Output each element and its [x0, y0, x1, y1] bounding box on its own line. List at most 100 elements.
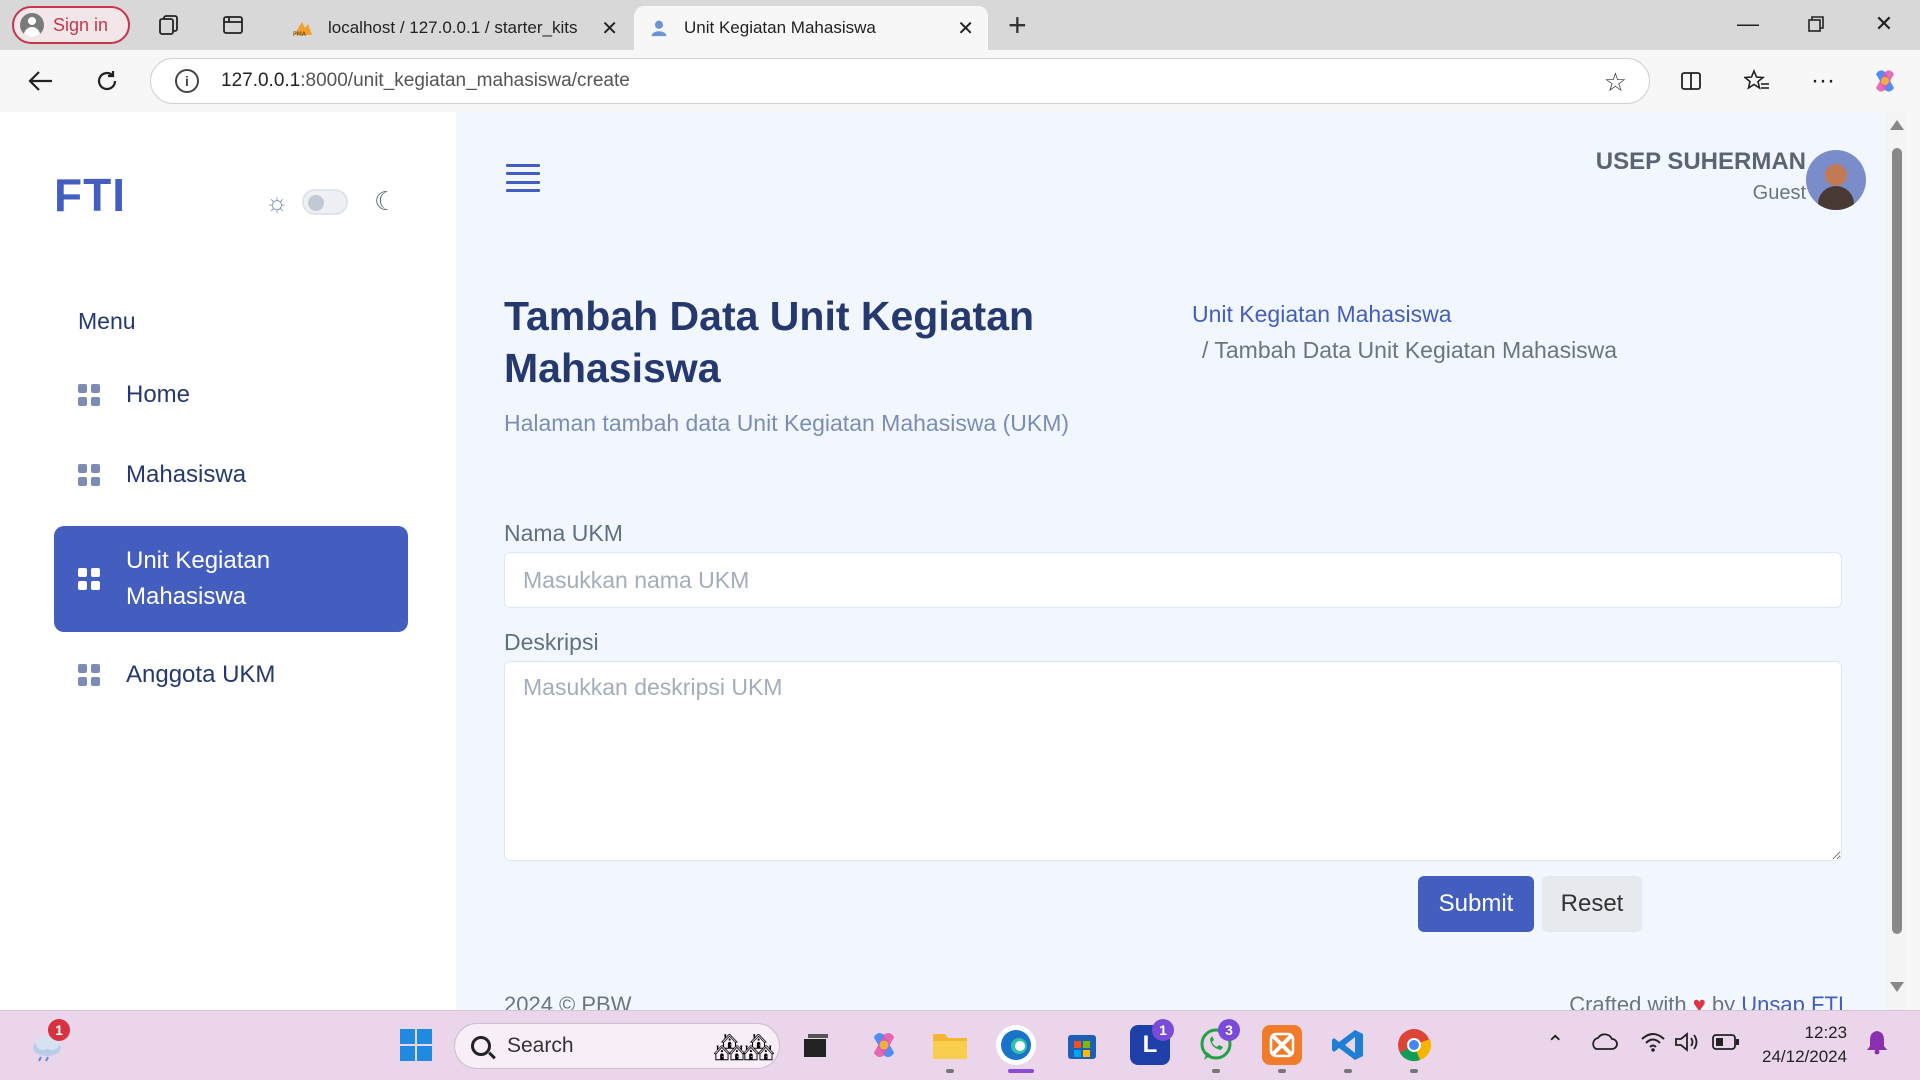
grid-icon [78, 464, 100, 486]
heart-icon: ♥ [1692, 992, 1706, 1010]
menu-title: Menu [78, 308, 136, 334]
phpmyadmin-icon: PMA [293, 22, 312, 37]
url-text: 127.0.0.1:8000/unit_kegiatan_mahasiswa/c… [221, 70, 630, 91]
avatar[interactable] [1806, 150, 1866, 210]
notification-bell-icon[interactable] [1866, 1029, 1888, 1061]
onedrive-icon[interactable] [1590, 1031, 1618, 1057]
deskripsi-label: Deskripsi [504, 629, 599, 655]
nama-ukm-input[interactable] [504, 552, 1842, 608]
sidebar-item-anggota-ukm[interactable]: Anggota UKM [54, 644, 408, 706]
grid-icon [78, 664, 100, 686]
browser-tab-bar: Sign in PMA localhost / 127.0.0.1 / star… [0, 0, 1920, 50]
page-subtitle: Halaman tambah data Unit Kegiatan Mahasi… [504, 410, 1070, 436]
user-menu[interactable]: USEP SUHERMAN Guest [1596, 148, 1806, 205]
sidebar-item-label: Home [126, 381, 191, 408]
breadcrumb-link[interactable]: Unit Kegiatan Mahasiswa [1192, 296, 1617, 332]
page-scrollbar[interactable] [1886, 112, 1906, 1010]
windows-start-icon[interactable] [396, 1025, 436, 1065]
workspaces-icon[interactable] [156, 12, 182, 38]
sidebar-item-label: Mahasiswa [126, 461, 247, 488]
sidebar-item-ukm[interactable]: Unit Kegiatan Mahasiswa [54, 526, 408, 632]
tab-phpmyadmin[interactable]: PMA localhost / 127.0.0.1 / starter_kits… [278, 6, 632, 50]
clock-time: 12:23 [1804, 1023, 1848, 1042]
copilot-icon[interactable] [1868, 64, 1902, 98]
scroll-down-icon[interactable] [1890, 982, 1904, 992]
wifi-icon[interactable] [1640, 1031, 1666, 1059]
show-hidden-icons-icon[interactable]: ⌃ [1546, 1031, 1564, 1057]
page-title: Tambah Data Unit Kegiatan Mahasiswa [504, 293, 1035, 391]
address-bar[interactable]: i 127.0.0.1:8000/unit_kegiatan_mahasiswa… [150, 58, 1650, 104]
browser-toolbar: i 127.0.0.1:8000/unit_kegiatan_mahasiswa… [0, 50, 1920, 112]
task-view-icon[interactable] [796, 1025, 836, 1065]
favorite-star-icon[interactable]: ☆ [1604, 67, 1627, 98]
running-indicator [1212, 1069, 1220, 1073]
restore-icon[interactable] [1802, 10, 1830, 38]
submit-button[interactable]: Submit [1418, 876, 1534, 932]
minimize-icon[interactable]: — [1734, 10, 1762, 38]
person-favicon-icon [651, 20, 667, 37]
back-icon[interactable] [24, 64, 58, 98]
new-tab-icon[interactable]: + [1008, 8, 1027, 42]
tab-actions-icon[interactable] [220, 12, 246, 38]
nama-ukm-label: Nama UKM [504, 520, 623, 546]
battery-icon[interactable] [1712, 1031, 1740, 1057]
scroll-thumb[interactable] [1892, 148, 1902, 934]
running-indicator [1410, 1069, 1418, 1073]
app-logo[interactable]: FTI [54, 168, 126, 222]
search-highlight-icon: 🏘🏘 [712, 1032, 775, 1062]
sidebar-item-label: Anggota UKM [126, 661, 276, 688]
edge-icon[interactable] [996, 1025, 1036, 1065]
theme-switcher: ☼ ☾ [264, 186, 397, 217]
signin-label: Sign in [53, 14, 109, 35]
split-screen-icon[interactable] [1674, 64, 1708, 98]
dark-mode-toggle[interactable] [302, 188, 348, 215]
file-explorer-icon[interactable] [930, 1025, 970, 1065]
user-name: USEP SUHERMAN [1595, 148, 1806, 175]
sun-icon: ☼ [265, 186, 289, 217]
volume-icon[interactable] [1674, 1031, 1700, 1059]
breadcrumb: Unit Kegiatan Mahasiswa / Tambah Data Un… [1192, 296, 1617, 368]
weather-badge: 1 [48, 1019, 70, 1041]
footer-link[interactable]: Unsap FTI [1741, 992, 1844, 1010]
sidebar: FTI ☼ ☾ Menu Home Mahasiswa Unit Kegiata… [6, 112, 456, 1010]
footer-credit: Crafted with ♥ by Unsap FTI [1569, 992, 1844, 1010]
grid-icon [78, 384, 100, 406]
deskripsi-textarea[interactable] [504, 661, 1842, 861]
grid-icon [78, 568, 100, 590]
close-window-icon[interactable]: ✕ [1870, 10, 1898, 38]
hamburger-menu-icon[interactable] [506, 164, 540, 192]
search-icon [471, 1036, 491, 1056]
xampp-icon[interactable] [1262, 1025, 1302, 1065]
chrome-icon[interactable] [1394, 1025, 1434, 1065]
search-label: Search [507, 1034, 574, 1057]
sidebar-item-label: Unit Kegiatan Mahasiswa [126, 547, 271, 610]
profile-icon [20, 13, 44, 37]
close-tab-icon[interactable]: ✕ [601, 16, 618, 41]
copilot-app-icon[interactable] [864, 1025, 904, 1065]
reset-button[interactable]: Reset [1542, 876, 1642, 932]
main-content: USEP SUHERMAN Guest Tambah Data Unit Keg… [456, 112, 1886, 1010]
favorites-icon[interactable] [1740, 64, 1774, 98]
taskbar-search[interactable]: Search 🏘🏘 [454, 1023, 780, 1069]
svg-text:PMA: PMA [293, 31, 307, 37]
user-role: Guest [1752, 182, 1806, 204]
site-info-icon[interactable]: i [175, 69, 199, 93]
sidebar-item-mahasiswa[interactable]: Mahasiswa [54, 444, 408, 506]
tab-unit-kegiatan[interactable]: Unit Kegiatan Mahasiswa ✕ [634, 6, 988, 50]
sidebar-item-home[interactable]: Home [54, 364, 408, 426]
windows-taskbar: 1 Search 🏘🏘 L 1 3 ⌃ 12:23 24/12/2024 [0, 1010, 1920, 1080]
whatsapp-badge: 3 [1218, 1019, 1240, 1041]
scroll-up-icon[interactable] [1890, 120, 1904, 130]
system-clock[interactable]: 12:23 24/12/2024 [1762, 1021, 1847, 1069]
close-tab-icon[interactable]: ✕ [957, 16, 974, 41]
l-app-badge: 1 [1152, 1019, 1174, 1041]
running-indicator [946, 1069, 954, 1073]
profile-signin-button[interactable]: Sign in [12, 6, 130, 44]
vscode-icon[interactable] [1328, 1025, 1368, 1065]
web-page: FTI ☼ ☾ Menu Home Mahasiswa Unit Kegiata… [6, 112, 1886, 1010]
more-menu-icon[interactable]: ··· [1806, 64, 1840, 98]
tab-title: localhost / 127.0.0.1 / starter_kits [328, 18, 578, 37]
running-indicator [1278, 1069, 1286, 1073]
microsoft-store-icon[interactable] [1062, 1025, 1102, 1065]
refresh-icon[interactable] [90, 64, 124, 98]
